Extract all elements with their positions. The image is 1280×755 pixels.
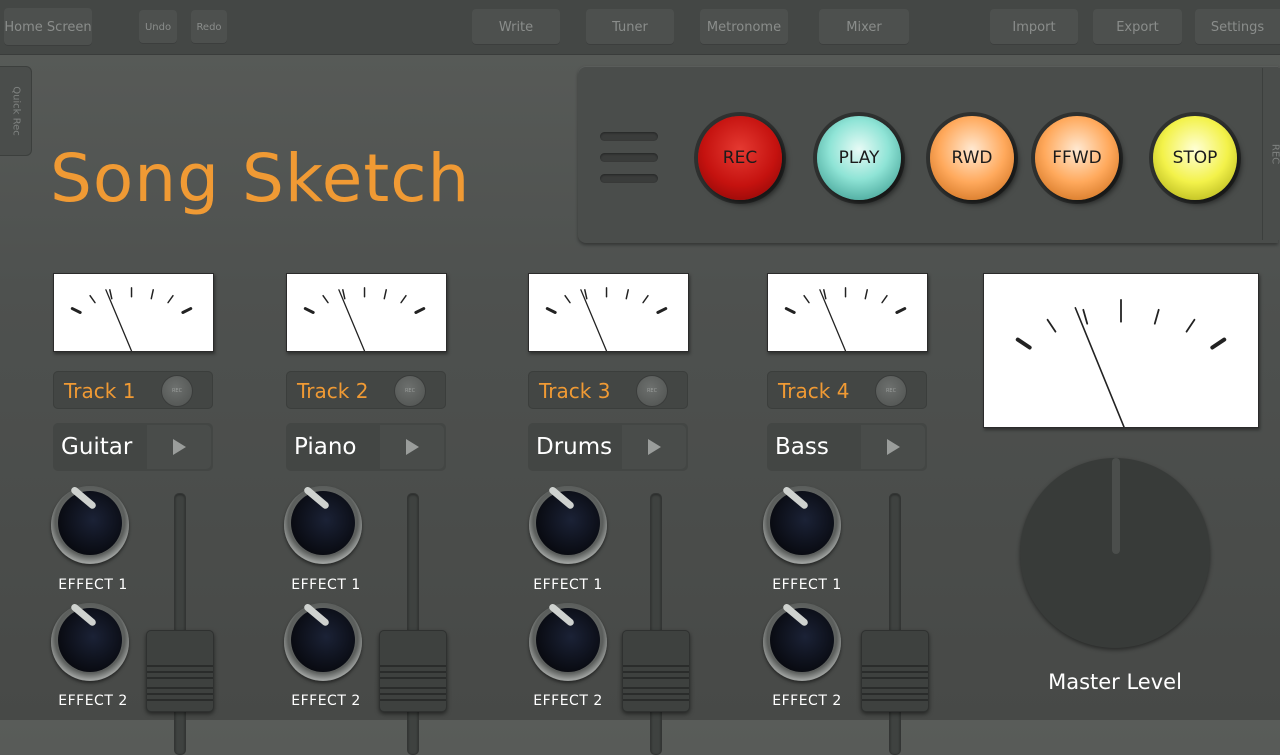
top-toolbar: Home Screen Undo Redo Write Tuner Metron… — [0, 0, 1280, 55]
track-3-effect-1-label: EFFECT 1 — [513, 577, 623, 593]
track-4-instrument-name: Bass — [775, 434, 829, 460]
track-1-effect-2-knob[interactable] — [51, 603, 129, 681]
track-2-effect-2-knob[interactable] — [284, 603, 362, 681]
track-1-vu-meter — [53, 273, 214, 352]
track-4-effect-2-knob[interactable] — [763, 603, 841, 681]
track-1-effect-1-label: EFFECT 1 — [38, 577, 148, 593]
track-4-play-button[interactable] — [861, 425, 925, 469]
track-3-name: Track 3 — [539, 379, 610, 403]
track-2-effect-2-label: EFFECT 2 — [271, 693, 381, 709]
hamburger-menu-icon[interactable] — [600, 132, 658, 182]
track-3-rec-button[interactable]: REC — [636, 375, 668, 407]
track-1-instrument: Guitar — [53, 423, 213, 471]
stop-label: STOP — [1173, 148, 1218, 168]
rec-button[interactable]: REC — [698, 116, 782, 200]
track-2-vu-meter — [286, 273, 447, 352]
track-1-rec-button[interactable]: REC — [161, 375, 193, 407]
transport-panel: REC PLAY RWD FFWD STOP — [578, 66, 1278, 243]
track-2-instrument: Piano — [286, 423, 446, 471]
track-3-instrument-name: Drums — [536, 434, 612, 460]
track-1-play-button[interactable] — [147, 425, 211, 469]
tuner-button[interactable]: Tuner — [586, 9, 674, 45]
track-1-name: Track 1 — [64, 379, 135, 403]
track-1-effect-2-label: EFFECT 2 — [38, 693, 148, 709]
right-side-tab[interactable]: REC — [1262, 68, 1280, 240]
track-3-fader-handle[interactable] — [622, 630, 690, 712]
settings-button[interactable]: Settings — [1195, 9, 1280, 45]
track-2-rec-button[interactable]: REC — [394, 375, 426, 407]
track-3-fader-track — [650, 493, 662, 755]
right-tab-label: REC — [1270, 144, 1280, 164]
redo-button[interactable]: Redo — [191, 10, 227, 44]
track-3-label-bar: Track 3 REC — [528, 371, 688, 409]
play-button[interactable]: PLAY — [817, 116, 901, 200]
rec-label: REC — [723, 148, 757, 168]
play-label: PLAY — [839, 148, 880, 168]
track-3-play-button[interactable] — [622, 425, 686, 469]
play-triangle-icon — [887, 439, 900, 455]
quick-rec-tab[interactable]: Quick Rec — [0, 66, 32, 156]
track-2-effect-1-knob[interactable] — [284, 486, 362, 564]
ffwd-button[interactable]: FFWD — [1035, 116, 1119, 200]
home-screen-button[interactable]: Home Screen — [4, 8, 92, 46]
master-vu-meter — [983, 273, 1259, 428]
track-4-fader-track — [889, 493, 901, 755]
track-2-label-bar: Track 2 REC — [286, 371, 446, 409]
export-button[interactable]: Export — [1093, 9, 1182, 45]
quick-rec-label: Quick Rec — [10, 86, 21, 136]
track-2-fader-track — [407, 493, 419, 755]
track-3-effect-2-knob[interactable] — [529, 603, 607, 681]
ffwd-label: FFWD — [1052, 148, 1101, 168]
track-4-effect-2-label: EFFECT 2 — [752, 693, 862, 709]
track-2-play-button[interactable] — [380, 425, 444, 469]
master-level-label: Master Level — [1030, 670, 1200, 694]
master-level-knob[interactable] — [1020, 458, 1210, 648]
play-triangle-icon — [648, 439, 661, 455]
track-1-fader-track — [174, 493, 186, 755]
track-2-fader-handle[interactable] — [379, 630, 447, 712]
rwd-button[interactable]: RWD — [930, 116, 1014, 200]
play-triangle-icon — [406, 439, 419, 455]
track-4-instrument: Bass — [767, 423, 927, 471]
track-3-vu-meter — [528, 273, 689, 352]
rwd-label: RWD — [951, 148, 992, 168]
track-2-effect-1-label: EFFECT 1 — [271, 577, 381, 593]
track-3-instrument: Drums — [528, 423, 688, 471]
play-triangle-icon — [173, 439, 186, 455]
track-4-name: Track 4 — [778, 379, 849, 403]
import-button[interactable]: Import — [990, 9, 1078, 45]
track-4-effect-1-knob[interactable] — [763, 486, 841, 564]
track-1-effect-1-knob[interactable] — [51, 486, 129, 564]
track-3-effect-1-knob[interactable] — [529, 486, 607, 564]
metronome-button[interactable]: Metronome — [700, 9, 788, 45]
track-3-effect-2-label: EFFECT 2 — [513, 693, 623, 709]
app-title: Song Sketch — [50, 140, 470, 217]
track-2-instrument-name: Piano — [294, 434, 357, 460]
track-1-fader-handle[interactable] — [146, 630, 214, 712]
mixer-button[interactable]: Mixer — [819, 9, 909, 45]
track-2-name: Track 2 — [297, 379, 368, 403]
track-1-instrument-name: Guitar — [61, 434, 132, 460]
track-4-fader-handle[interactable] — [861, 630, 929, 712]
track-1-label-bar: Track 1 REC — [53, 371, 213, 409]
track-4-effect-1-label: EFFECT 1 — [752, 577, 862, 593]
stop-button[interactable]: STOP — [1153, 116, 1237, 200]
track-4-label-bar: Track 4 REC — [767, 371, 927, 409]
write-button[interactable]: Write — [472, 9, 560, 45]
track-4-rec-button[interactable]: REC — [875, 375, 907, 407]
track-4-vu-meter — [767, 273, 928, 352]
undo-button[interactable]: Undo — [139, 10, 177, 44]
